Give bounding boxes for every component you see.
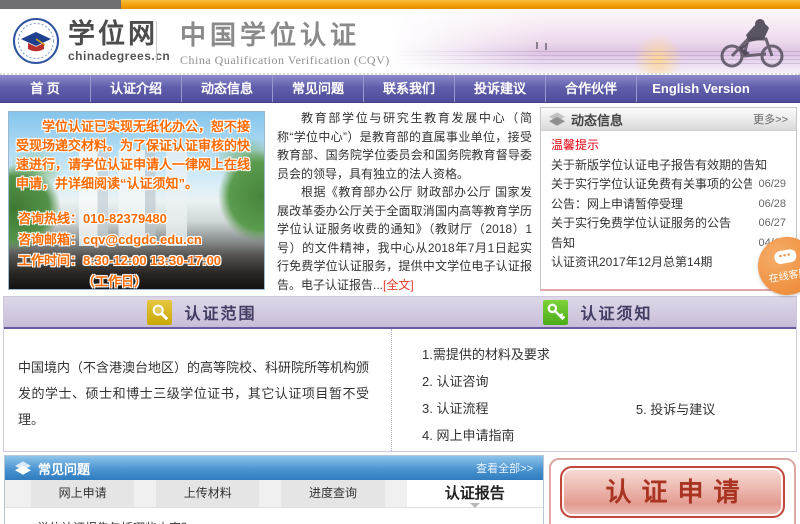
news-item[interactable]: 关于实行免费学位认证服务的公告 06/27: [551, 214, 786, 234]
mid-section-header: 认证范围 认证须知: [4, 297, 796, 329]
scope-title: 认证范围: [184, 306, 257, 323]
promo-banner[interactable]: 学位认证已实现无纸化办公，恕不接受现场递交材料。为了保证认证审核的快速进行，请学…: [8, 111, 265, 290]
apply-button[interactable]: 认证申请: [560, 466, 785, 518]
intro-paragraph-2-text: 根据《教育部办公厅 财政部办公厅 国家发展改革委办公厅关于全面取消国内高等教育学…: [277, 185, 532, 292]
nav-item-complaints[interactable]: 投诉建议: [454, 75, 545, 102]
news-list: 温馨提示 关于新版学位认证电子报告有效期的告知 关于实行学位认证免费有关事项的公…: [541, 136, 796, 273]
nav-item-english-version[interactable]: English Version: [636, 75, 765, 102]
faq-tab-report[interactable]: 认证报告: [406, 480, 543, 508]
header-divider: [156, 21, 157, 63]
distant-people-silhouette: [536, 42, 538, 49]
notes-item-consult[interactable]: 2. 认证咨询: [422, 368, 550, 395]
news-item[interactable]: 关于新版学位认证电子报告有效期的告知: [551, 156, 786, 176]
faq-tab-progress[interactable]: 进度查询: [281, 480, 385, 507]
nav-item-news[interactable]: 动态信息: [181, 75, 272, 102]
page: 学位网 chinadegrees.cn 中国学位认证 China Qualifi…: [0, 0, 800, 524]
site-logo[interactable]: [12, 17, 60, 65]
faq-panel: 常见问题 查看全部>> 网上申请 上传材料 进度查询 认证报告 学位认证报告包括…: [4, 455, 544, 524]
news-panel-title: 动态信息: [571, 112, 624, 128]
faq-tab-online-apply[interactable]: 网上申请: [31, 480, 135, 507]
nav-item-partners[interactable]: 合作伙伴: [545, 75, 636, 102]
top-bar-gray-segment: [0, 0, 121, 9]
intro-paragraph-2: 根据《教育部办公厅 财政部办公厅 国家发展改革委办公厅关于全面取消国内高等教育学…: [277, 183, 532, 294]
magnifier-icon: [147, 299, 173, 325]
mid-section-body: 中国境内（不含港澳台地区）的高等院校、科研院所等机构颁发的学士、硕士和博士三级学…: [4, 329, 796, 451]
nav-item-faq[interactable]: 常见问题: [272, 75, 363, 102]
nav-item-home[interactable]: 首 页: [0, 75, 90, 102]
promo-text-overlay: 学位认证已实现无纸化办公，恕不接受现场递交材料。为了保证认证审核的快速进行，请学…: [9, 112, 264, 289]
faq-view-all-link[interactable]: 查看全部>>: [476, 460, 533, 476]
mid-section: 认证范围 认证须知 中国境内（不含港澳台地区）的高等院校、科研院所等机构颁发的学…: [3, 296, 797, 452]
top-bar: [0, 0, 800, 9]
promo-contact-info: 咨询热线：010-82379480 咨询邮箱：cqv@cdgdc.edu.cn …: [18, 208, 222, 289]
notes-item-online-guide[interactable]: 4. 网上申请指南: [422, 422, 550, 449]
news-item[interactable]: 公告：网上申请暂停受理 06/28: [551, 195, 786, 215]
cyclist-silhouette-icon: [720, 19, 784, 68]
scope-content: 中国境内（不含港澳台地区）的高等院校、科研院所等机构颁发的学士、硕士和博士三级学…: [4, 329, 392, 451]
site-name: 学位网: [68, 19, 158, 49]
hotline-line: 咨询热线：010-82379480: [18, 211, 167, 226]
news-item-tip[interactable]: 温馨提示: [551, 136, 786, 156]
bottom-row: 常见问题 查看全部>> 网上申请 上传材料 进度查询 认证报告 学位认证报告包括…: [0, 455, 800, 524]
header-banner-image: [390, 9, 800, 73]
chat-bubble-icon: •••: [773, 248, 798, 265]
center-intro: 教育部学位与研究生教育发展中心（简称“学位中心”）是教育部的直属事业单位，接受教…: [277, 109, 532, 294]
nav-item-cert-intro[interactable]: 认证介绍: [90, 75, 181, 102]
hours-line: 工作时间：8:30-12:00 13:30-17:00: [18, 253, 222, 268]
layers-icon: [549, 111, 565, 126]
main-navigation: 首 页 认证介绍 动态信息 常见问题 联系我们 投诉建议 合作伙伴 Englis…: [0, 75, 800, 103]
notes-item-complaints[interactable]: 5. 投诉与建议: [636, 399, 715, 451]
faq-tab-upload[interactable]: 上传材料: [156, 480, 260, 507]
notes-item-process[interactable]: 3. 认证流程: [422, 395, 550, 422]
notes-header: 认证须知: [400, 297, 796, 327]
faq-question-link[interactable]: 学位认证报告包括哪些内容？: [37, 519, 543, 524]
site-domain: chinadegrees.cn: [68, 49, 171, 63]
site-header: 学位网 chinadegrees.cn 中国学位认证 China Qualifi…: [0, 9, 800, 75]
full-text-link[interactable]: [全文]: [383, 278, 414, 292]
key-icon: [543, 299, 569, 325]
faq-title: 常见问题: [38, 461, 91, 477]
notes-list: 1.需提供的材料及要求 2. 认证咨询 3. 认证流程 4. 网上申请指南: [422, 341, 550, 451]
email-line: 咨询邮箱：cqv@cdgdc.edu.cn: [18, 232, 202, 247]
page-title: 中国学位认证: [180, 21, 361, 50]
notes-title: 认证须知: [580, 306, 653, 323]
promo-notice: 学位认证已实现无纸化办公，恕不接受现场递交材料。为了保证认证审核的快速进行，请学…: [16, 119, 251, 191]
scope-header: 认证范围: [4, 297, 400, 327]
layers-icon: [15, 460, 31, 475]
news-panel-header: 动态信息 更多>>: [541, 108, 796, 131]
intro-paragraph-1: 教育部学位与研究生教育发展中心（简称“学位中心”）是教育部的直属事业单位，接受教…: [277, 111, 532, 181]
news-item[interactable]: 关于实行学位认证免费有关事项的公告 06/29: [551, 175, 786, 195]
site-title-block: 中国学位认证 China Qualification Verification …: [180, 21, 390, 68]
nav-item-contact[interactable]: 联系我们: [363, 75, 454, 102]
faq-panel-header: 常见问题 查看全部>>: [5, 456, 543, 480]
site-name-block: 学位网 chinadegrees.cn: [68, 19, 170, 63]
apply-panel: 认证申请: [549, 458, 796, 524]
top-bar-orange-segment: [121, 0, 800, 9]
main-content-row: 学位认证已实现无纸化办公，恕不接受现场递交材料。为了保证认证审核的快速进行，请学…: [0, 107, 800, 300]
notes-content: 1.需提供的材料及要求 2. 认证咨询 3. 认证流程 4. 网上申请指南 5.…: [392, 329, 796, 451]
news-item[interactable]: 告知04/18: [551, 234, 786, 254]
news-more-link[interactable]: 更多>>: [753, 111, 788, 127]
notes-item-materials[interactable]: 1.需提供的材料及要求: [422, 341, 550, 368]
faq-tabs: 网上申请 上传材料 进度查询 认证报告: [5, 480, 543, 508]
news-item[interactable]: 认证资讯2017年12月总第14期01/09: [551, 253, 786, 273]
page-subtitle: China Qualification Verification (CQV): [180, 53, 390, 67]
workday-line: （工作日）: [82, 274, 148, 289]
